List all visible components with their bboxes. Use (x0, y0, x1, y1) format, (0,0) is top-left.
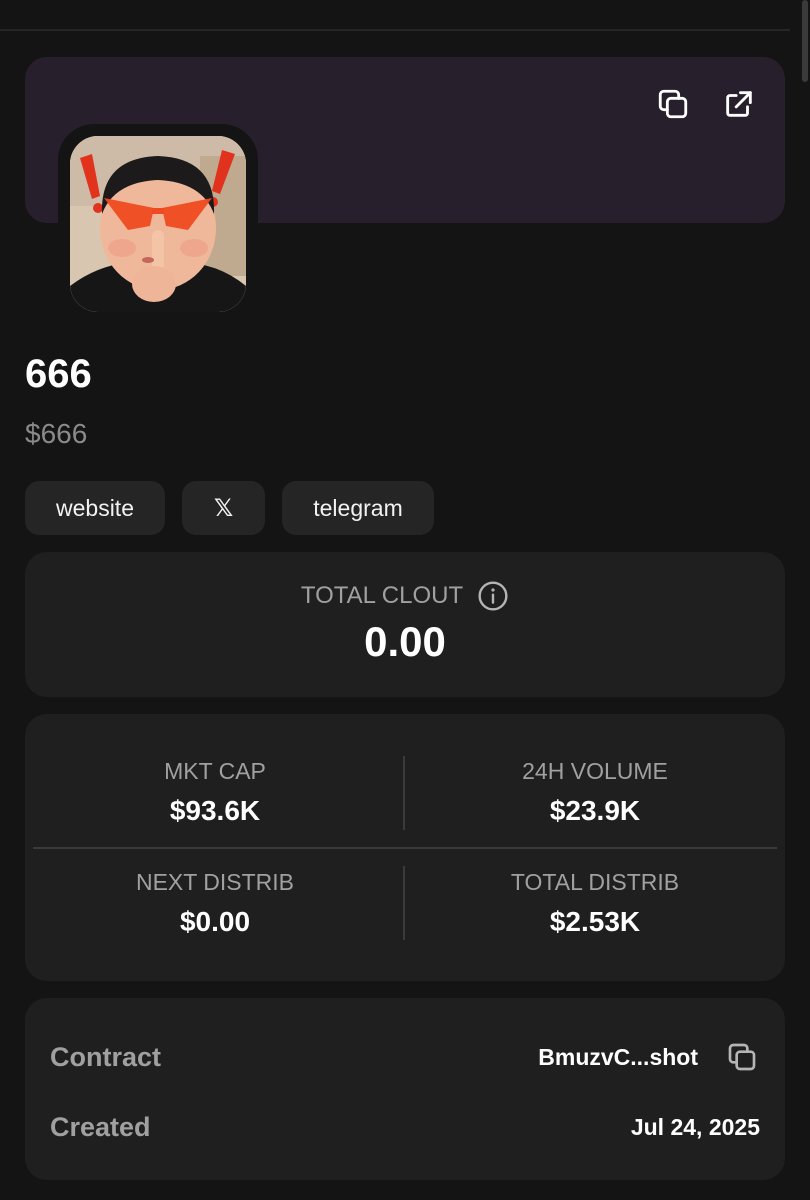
volume-24h-value: $23.9K (549, 795, 641, 826)
next-distrib-value: $0.00 (179, 906, 251, 937)
token-ticker: $666 (25, 418, 88, 449)
contract-address[interactable]: BmuzvC...shot (538, 1044, 698, 1071)
website-link-label: website (56, 494, 134, 521)
external-link-icon[interactable] (721, 86, 757, 122)
volume-24h-stat: 24H VOLUME $23.9K (405, 758, 785, 827)
x-logo-icon: 𝕏 (213, 494, 234, 522)
telegram-link-label: telegram (313, 494, 403, 521)
mkt-cap-value: $93.6K (169, 795, 261, 826)
info-icon[interactable] (477, 580, 509, 612)
next-distrib-stat: NEXT DISTRIB $0.00 (25, 869, 405, 938)
token-avatar-frame (58, 124, 258, 324)
volume-24h-label: 24H VOLUME (522, 758, 668, 784)
copy-contract-icon[interactable] (724, 1039, 760, 1075)
next-distrib-label: NEXT DISTRIB (135, 869, 295, 895)
stats-horizontal-divider (33, 847, 777, 849)
created-row: Created Jul 24, 2025 (50, 1107, 760, 1147)
token-name: 666 (25, 352, 92, 396)
total-clout-card: TOTAL CLOUT 0.00 (25, 552, 785, 697)
total-clout-label: TOTAL CLOUT (300, 582, 464, 609)
token-avatar[interactable] (70, 136, 246, 312)
header-divider (0, 29, 790, 31)
website-link[interactable]: website (25, 481, 165, 535)
mkt-cap-stat: MKT CAP $93.6K (25, 758, 405, 827)
scrollbar[interactable] (802, 0, 808, 82)
total-clout-header: TOTAL CLOUT (25, 580, 785, 612)
telegram-link[interactable]: telegram (282, 481, 434, 535)
x-link[interactable]: 𝕏 (182, 481, 265, 535)
total-distrib-value: $2.53K (549, 906, 641, 937)
contract-label: Contract (50, 1041, 162, 1072)
created-label: Created (50, 1111, 151, 1142)
stats-card: MKT CAP $93.6K 24H VOLUME $23.9K NEXT DI… (25, 714, 785, 981)
created-date: Jul 24, 2025 (630, 1113, 760, 1140)
contract-row: Contract BmuzvC...shot (50, 1037, 760, 1077)
mkt-cap-label: MKT CAP (164, 758, 266, 784)
total-distrib-stat: TOTAL DISTRIB $2.53K (405, 869, 785, 938)
total-distrib-label: TOTAL DISTRIB (510, 869, 680, 895)
total-clout-value: 0.00 (364, 618, 446, 665)
token-page: 666 $666 website 𝕏 telegram TOTAL CLOUT … (0, 0, 810, 1200)
details-card: Contract BmuzvC...shot Created Jul 24, 2… (25, 998, 785, 1180)
copy-icon[interactable] (655, 86, 691, 122)
